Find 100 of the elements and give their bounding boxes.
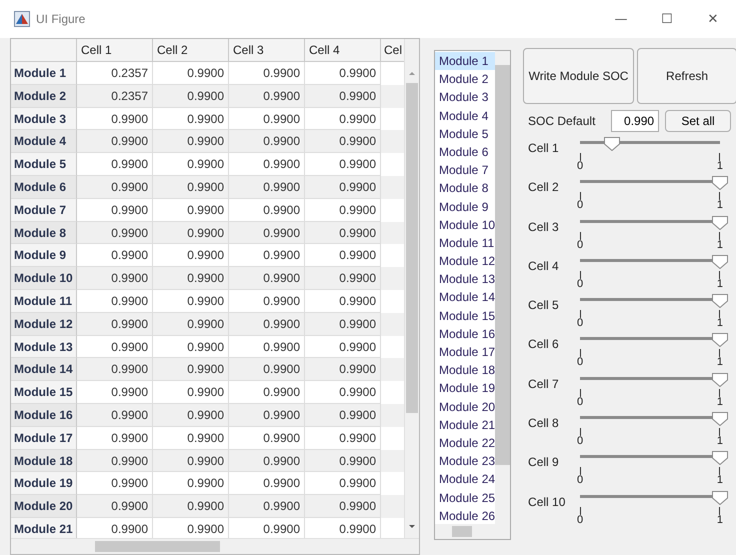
row-header: Module 1 (11, 62, 77, 85)
minimize-button[interactable]: — (598, 4, 644, 34)
table-cell: 0.9900 (77, 450, 153, 472)
table-cell: 0.9900 (229, 450, 305, 472)
slider-thumb[interactable] (712, 490, 728, 505)
slider-thumb[interactable] (712, 216, 728, 230)
soc-default-field[interactable]: 0.990 (611, 110, 660, 132)
list-item[interactable]: Module 1 (435, 52, 496, 70)
slider-thumb[interactable] (712, 176, 728, 190)
row-header: Module 17 (11, 426, 77, 450)
list-item[interactable]: Module 12 (435, 252, 496, 270)
list-item[interactable]: Module 5 (435, 124, 496, 143)
close-button[interactable]: ✕ (690, 4, 736, 34)
table-cell: 0.9900 (229, 130, 305, 154)
row-header: Module 15 (11, 381, 77, 404)
tick-mark (719, 310, 720, 318)
list-item[interactable]: Module 23 (435, 452, 496, 470)
slider-thumb[interactable] (712, 333, 728, 348)
column-header[interactable]: Cel (381, 39, 404, 62)
tick-mark (719, 192, 720, 200)
slider-label: Cell 4 (528, 258, 560, 273)
slider-label: Cell 10 (528, 494, 566, 509)
list-item[interactable]: Module 20 (435, 398, 496, 416)
list-item[interactable]: Module 8 (435, 179, 496, 198)
refresh-button[interactable]: Refresh (637, 48, 736, 104)
table-cell: 0.9900 (229, 267, 305, 290)
table-cell: 0.9900 (153, 176, 229, 199)
tick-label: 0 (577, 278, 584, 290)
list-item[interactable]: Module 25 (435, 488, 496, 507)
row-header: Module 9 (11, 244, 77, 268)
tick-label: 0 (577, 318, 584, 330)
list-item[interactable]: Module 19 (435, 379, 496, 398)
list-item[interactable]: Module 9 (435, 198, 496, 216)
tick-mark (580, 506, 582, 515)
tick-label: 0 (577, 161, 584, 172)
tick-mark (580, 153, 582, 161)
list-item[interactable]: Module 13 (435, 270, 496, 288)
table-cell: 0.9900 (305, 84, 381, 108)
list-item[interactable]: Module 6 (435, 142, 496, 162)
vertical-scrollbar[interactable] (495, 51, 510, 524)
list-item[interactable]: Module 21 (435, 416, 496, 434)
table-cell: 0.9900 (305, 130, 381, 154)
slider-label: Cell 9 (528, 455, 560, 470)
list-item[interactable]: Module 2 (435, 70, 496, 88)
row-header: Module 11 (11, 290, 77, 313)
table-cell: 0.9900 (153, 267, 229, 290)
list-item[interactable]: Module 7 (435, 161, 496, 180)
app-icon (14, 11, 30, 27)
list-item[interactable]: Module 16 (435, 324, 496, 343)
tick-label: 0 (577, 357, 584, 368)
module-listbox[interactable] (434, 50, 512, 540)
tick-label: 0 (577, 396, 584, 408)
list-item[interactable]: Module 15 (435, 306, 496, 325)
list-item[interactable]: Module 26 (435, 506, 496, 524)
list-item[interactable]: Module 10 (435, 216, 496, 234)
tick-label: 0 (577, 514, 584, 526)
table-cell: 0.9900 (153, 404, 229, 427)
list-item[interactable]: Module 22 (435, 434, 496, 452)
slider-thumb[interactable] (712, 294, 728, 308)
list-item[interactable]: Module 24 (435, 470, 496, 488)
column-header[interactable]: Cell 3 (229, 39, 305, 62)
list-item[interactable]: Module 18 (435, 361, 496, 380)
tick-mark (719, 232, 720, 240)
tick-mark (580, 192, 582, 200)
slider-thumb[interactable] (604, 137, 620, 151)
maximize-button[interactable]: ☐ (644, 4, 690, 34)
slider-thumb[interactable] (712, 254, 728, 269)
tick-label: 0 (577, 200, 584, 212)
column-header[interactable]: Cell 1 (77, 39, 153, 62)
list-item[interactable]: Module 11 (435, 234, 496, 252)
slider-thumb[interactable] (712, 372, 728, 387)
tick-label: 1 (716, 475, 724, 486)
table-cell: 0.9900 (153, 312, 229, 336)
row-header: Module 2 (11, 84, 77, 108)
table-cell: 0.9900 (153, 222, 229, 244)
table-cell: 0.9900 (153, 450, 229, 472)
table-cell: 0.9900 (229, 84, 305, 108)
table-cell: 0.9900 (77, 495, 153, 518)
set-all-button[interactable]: Set all (665, 110, 732, 132)
vertical-scrollbar[interactable] (404, 39, 419, 538)
list-item[interactable]: Module 4 (435, 106, 496, 125)
list-item[interactable]: Module 17 (435, 343, 496, 362)
tick-mark (580, 388, 582, 397)
table-cell: 0.9900 (153, 84, 229, 108)
tick-mark (719, 153, 720, 161)
list-item[interactable]: Module 14 (435, 288, 496, 307)
horizontal-scrollbar[interactable] (11, 538, 419, 554)
tick-label: 1 (716, 278, 724, 290)
table-cell: 0.9900 (305, 176, 381, 199)
row-header: Module 5 (11, 153, 77, 176)
slider-thumb[interactable] (712, 451, 728, 466)
table-cell: 0.9900 (229, 222, 305, 244)
slider-thumb[interactable] (712, 412, 728, 426)
column-header[interactable]: Cell 2 (153, 39, 229, 62)
horizontal-scrollbar[interactable] (435, 524, 510, 539)
column-header[interactable]: Cell 4 (305, 39, 381, 62)
slider-label: Cell 8 (528, 416, 560, 430)
write-button[interactable]: Write Module SOC (523, 48, 634, 104)
table-cell: 0.9900 (305, 495, 381, 518)
list-item[interactable]: Module 3 (435, 88, 496, 107)
